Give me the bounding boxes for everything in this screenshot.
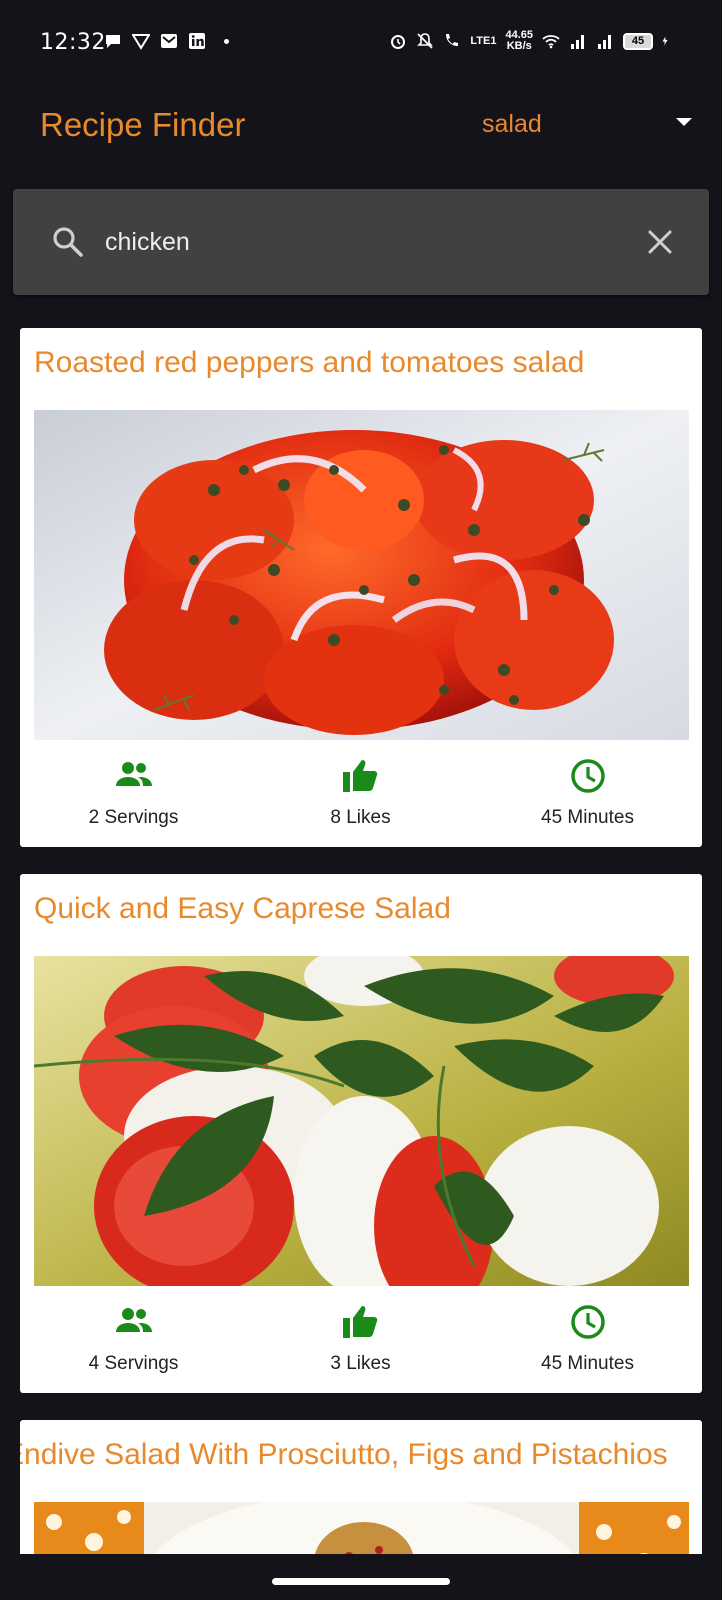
time-stat: 45 Minutes: [474, 1292, 701, 1392]
recipe-title: Quick and Easy Caprese Salad: [34, 892, 451, 925]
search-bar: [13, 189, 709, 295]
servings-label: 2 Servings: [88, 807, 179, 828]
battery-level: 45: [623, 32, 653, 50]
time-stat: 45 Minutes: [474, 746, 701, 846]
likes-label: 8 Likes: [330, 807, 391, 828]
clear-icon[interactable]: [645, 227, 675, 257]
thumbs-up-icon: [342, 760, 377, 792]
recipe-stats: 2 Servings 8 Likes 45 Minutes: [20, 746, 702, 846]
network-speed-unit: KB/s: [506, 40, 532, 52]
vpn-icon: [132, 34, 150, 50]
servings-stat: 2 Servings: [20, 746, 247, 846]
home-indicator[interactable]: [272, 1578, 450, 1585]
recipe-title: Endive Salad With Prosciutto, Figs and P…: [20, 1438, 668, 1471]
recipe-card[interactable]: Roasted red peppers and tomatoes salad 2…: [20, 328, 702, 847]
recipe-title: Roasted red peppers and tomatoes salad: [34, 346, 585, 379]
linkedin-icon: [189, 33, 205, 49]
dropdown-arrow-icon: [676, 118, 692, 126]
category-dropdown[interactable]: salad: [474, 106, 696, 146]
charging-icon: [662, 36, 668, 46]
thumbs-up-icon: [342, 1306, 377, 1338]
system-icons: LTE1 44.65 KB/s 45: [389, 30, 672, 52]
lte-label: LTE1: [470, 34, 497, 47]
likes-stat: 3 Likes: [247, 1292, 474, 1392]
chat-icon: [106, 35, 120, 48]
time-label: 45 Minutes: [541, 807, 634, 828]
recipe-image: [34, 956, 689, 1286]
mute-icon: [417, 33, 434, 49]
screen: 12:32 LTE1 44.65 KB/s 45 Recipe Finder s…: [0, 0, 722, 1600]
recipe-card[interactable]: Quick and Easy Caprese Salad 4 Servings …: [20, 874, 702, 1393]
servings-stat: 4 Servings: [20, 1292, 247, 1392]
search-icon[interactable]: [51, 225, 85, 259]
signal-2-icon: [598, 35, 611, 49]
app-title: Recipe Finder: [40, 106, 246, 143]
search-input[interactable]: [105, 219, 625, 265]
people-icon: [115, 1308, 152, 1332]
wifi-icon: [542, 35, 560, 49]
mail-icon: [161, 34, 177, 48]
notification-icons: [104, 32, 229, 50]
recipe-stats: 4 Servings 3 Likes 45 Minutes: [20, 1292, 702, 1392]
roasted-peppers-photo: [34, 410, 689, 740]
signal-1-icon: [571, 35, 584, 49]
recipe-image: [34, 410, 689, 740]
clock-icon: [570, 759, 605, 793]
app-bar: Recipe Finder salad: [0, 88, 722, 188]
status-time: 12:32: [40, 30, 106, 55]
more-notifications-dot: [224, 38, 229, 44]
time-label: 45 Minutes: [541, 1353, 634, 1374]
servings-label: 4 Servings: [88, 1353, 179, 1374]
likes-label: 3 Likes: [330, 1353, 391, 1374]
clock-icon: [570, 1305, 605, 1339]
volte-call-icon: [446, 34, 459, 46]
alarm-icon: [391, 35, 406, 49]
caprese-salad-photo: [34, 956, 689, 1286]
navigation-bar: [0, 1554, 722, 1600]
status-bar: 12:32 LTE1 44.65 KB/s 45: [0, 0, 722, 88]
people-icon: [115, 762, 152, 786]
network-speed: 44.65 KB/s: [505, 30, 533, 52]
likes-stat: 8 Likes: [247, 746, 474, 846]
category-value: salad: [482, 110, 542, 138]
